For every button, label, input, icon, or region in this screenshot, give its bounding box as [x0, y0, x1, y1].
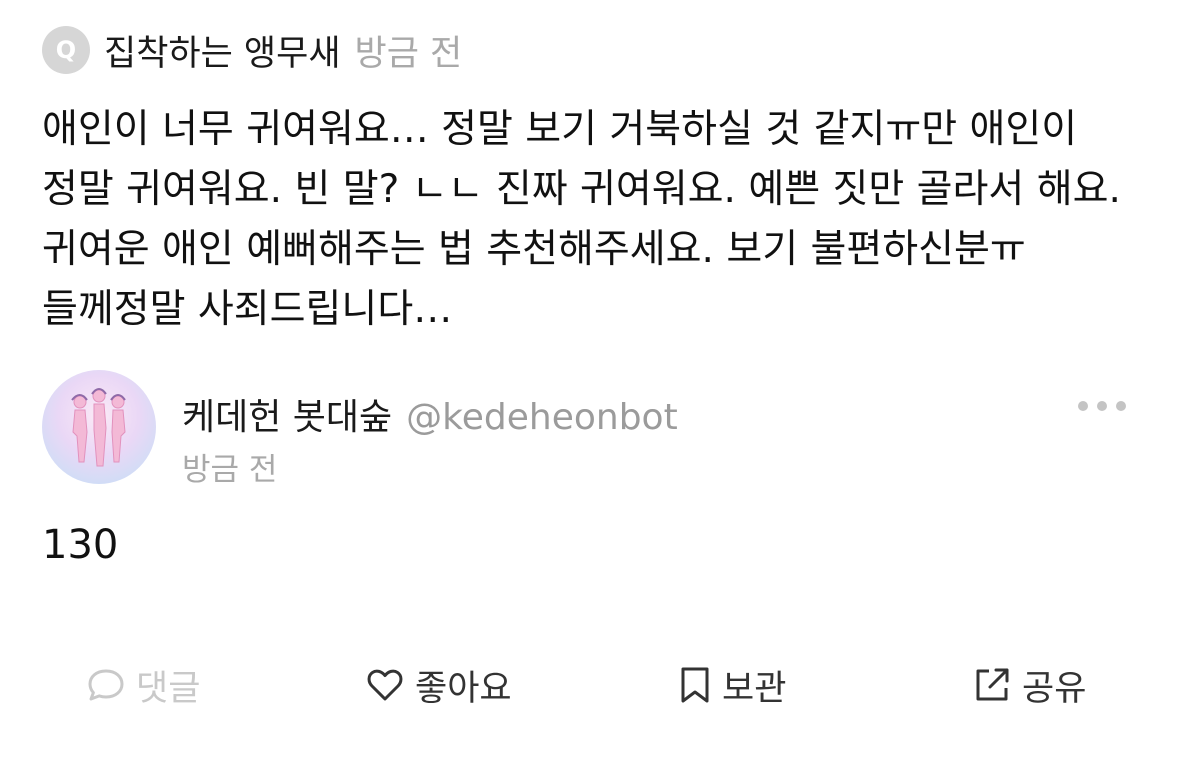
- answer-author: 케데헌 봇대숲 @kedeheonbot: [182, 388, 678, 440]
- share-label: 공유: [1022, 668, 1087, 709]
- author-handle[interactable]: @kedeheonbot: [406, 397, 678, 438]
- author-name[interactable]: 케데헌 봇대숲: [182, 388, 392, 440]
- more-dot: [1116, 401, 1126, 411]
- like-button[interactable]: 좋아요: [365, 650, 512, 720]
- share-external-icon: [976, 668, 1009, 701]
- asker-name[interactable]: 집착하는 앵무새: [104, 25, 341, 76]
- speech-bubble-icon: [88, 669, 124, 701]
- question-badge-icon: Q: [42, 26, 90, 74]
- question-header: Q 집착하는 앵무새 방금 전: [42, 24, 462, 76]
- more-dot: [1097, 401, 1107, 411]
- avatar[interactable]: [42, 370, 156, 484]
- like-label: 좋아요: [415, 668, 512, 709]
- heart-icon: [367, 669, 403, 701]
- question-text: 애인이 너무 귀여워요… 정말 보기 거북하실 것 같지ㅠ만 애인이 정말 귀여…: [42, 107, 1134, 332]
- avatar-image: [71, 388, 126, 467]
- question-timestamp: 방금 전: [354, 33, 463, 74]
- more-options-icon[interactable]: [1078, 392, 1126, 420]
- more-dot: [1078, 401, 1088, 411]
- answer-text: 130: [42, 522, 119, 568]
- action-bar: 댓글 좋아요 보관 공유: [0, 650, 1179, 720]
- save-button[interactable]: 보관: [678, 650, 786, 720]
- comment-label: 댓글: [136, 668, 201, 709]
- share-button[interactable]: 공유: [972, 650, 1086, 720]
- bookmark-icon: [681, 667, 709, 703]
- save-label: 보관: [722, 668, 787, 709]
- comment-button[interactable]: 댓글: [86, 650, 200, 720]
- answer-timestamp: 방금 전: [182, 452, 278, 488]
